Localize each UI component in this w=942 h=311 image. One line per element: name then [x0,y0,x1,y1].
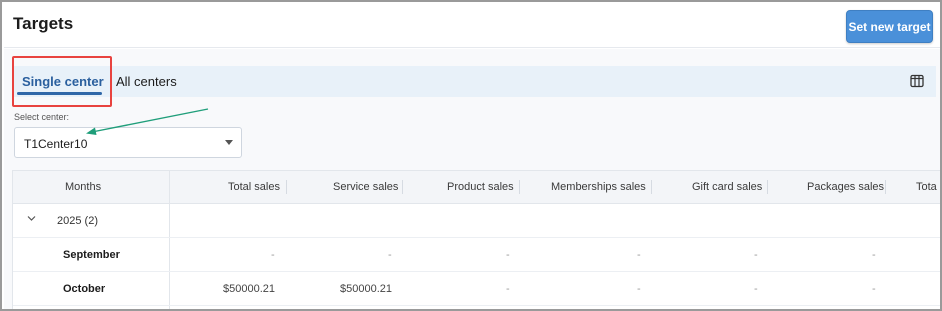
service-sales-cell: $50000.21 [340,283,392,295]
column-header-months[interactable]: Months [65,181,101,193]
column-header-service-sales[interactable]: Service sales [333,181,398,193]
table-row[interactable]: September - - - - - - [13,238,940,272]
center-select-value: T1Center10 [24,137,88,151]
select-center-label: Select center: [14,112,70,122]
app-window: Targets Set new target Single center All… [0,0,942,311]
set-new-target-button[interactable]: Set new target [846,10,933,43]
column-separator[interactable] [402,180,403,194]
packages-sales-cell: - [872,283,876,295]
column-separator[interactable] [885,180,886,194]
total-sales-cell: - [271,249,275,261]
gift-card-sales-cell: - [754,249,758,261]
annotation-arrow [86,108,209,135]
product-sales-cell: - [506,283,510,295]
total-sales-cell: $50000.21 [223,283,275,295]
service-sales-cell: - [388,249,392,261]
column-header-total-sales[interactable]: Total sales [228,181,280,193]
column-separator[interactable] [519,180,520,194]
targets-table: Months Total sales Service sales Product… [12,170,940,309]
column-separator[interactable] [286,180,287,194]
tab-all-centers[interactable]: All centers [116,74,177,89]
column-header-product-sales[interactable]: Product sales [447,181,514,193]
column-separator[interactable] [651,180,652,194]
month-cell: October [63,283,106,295]
column-header-gift-card-sales[interactable]: Gift card sales [692,181,762,193]
memberships-sales-cell: - [637,283,641,295]
group-year-label: 2025 (2) [57,215,98,227]
table-group-row[interactable]: 2025 (2) [13,204,940,238]
column-header-total[interactable]: Tota [916,181,937,193]
column-header-packages-sales[interactable]: Packages sales [807,181,884,193]
center-tabs: Single center All centers [12,66,936,97]
month-cell: September [63,249,120,261]
table-header: Months Total sales Service sales Product… [13,171,940,204]
memberships-sales-cell: - [637,249,641,261]
page-title: Targets [13,14,74,33]
columns-icon[interactable] [910,74,924,88]
packages-sales-cell: - [872,249,876,261]
table-row[interactable]: October $50000.21 $50000.21 - - - - [13,272,940,306]
column-header-memberships-sales[interactable]: Memberships sales [551,181,646,193]
chevron-down-icon[interactable] [27,214,36,223]
chevron-down-icon [225,140,233,145]
page-header: Targets Set new target [4,4,940,48]
annotation-highlight-box [12,56,112,107]
product-sales-cell: - [506,249,510,261]
gift-card-sales-cell: - [754,283,758,295]
column-separator[interactable] [767,180,768,194]
